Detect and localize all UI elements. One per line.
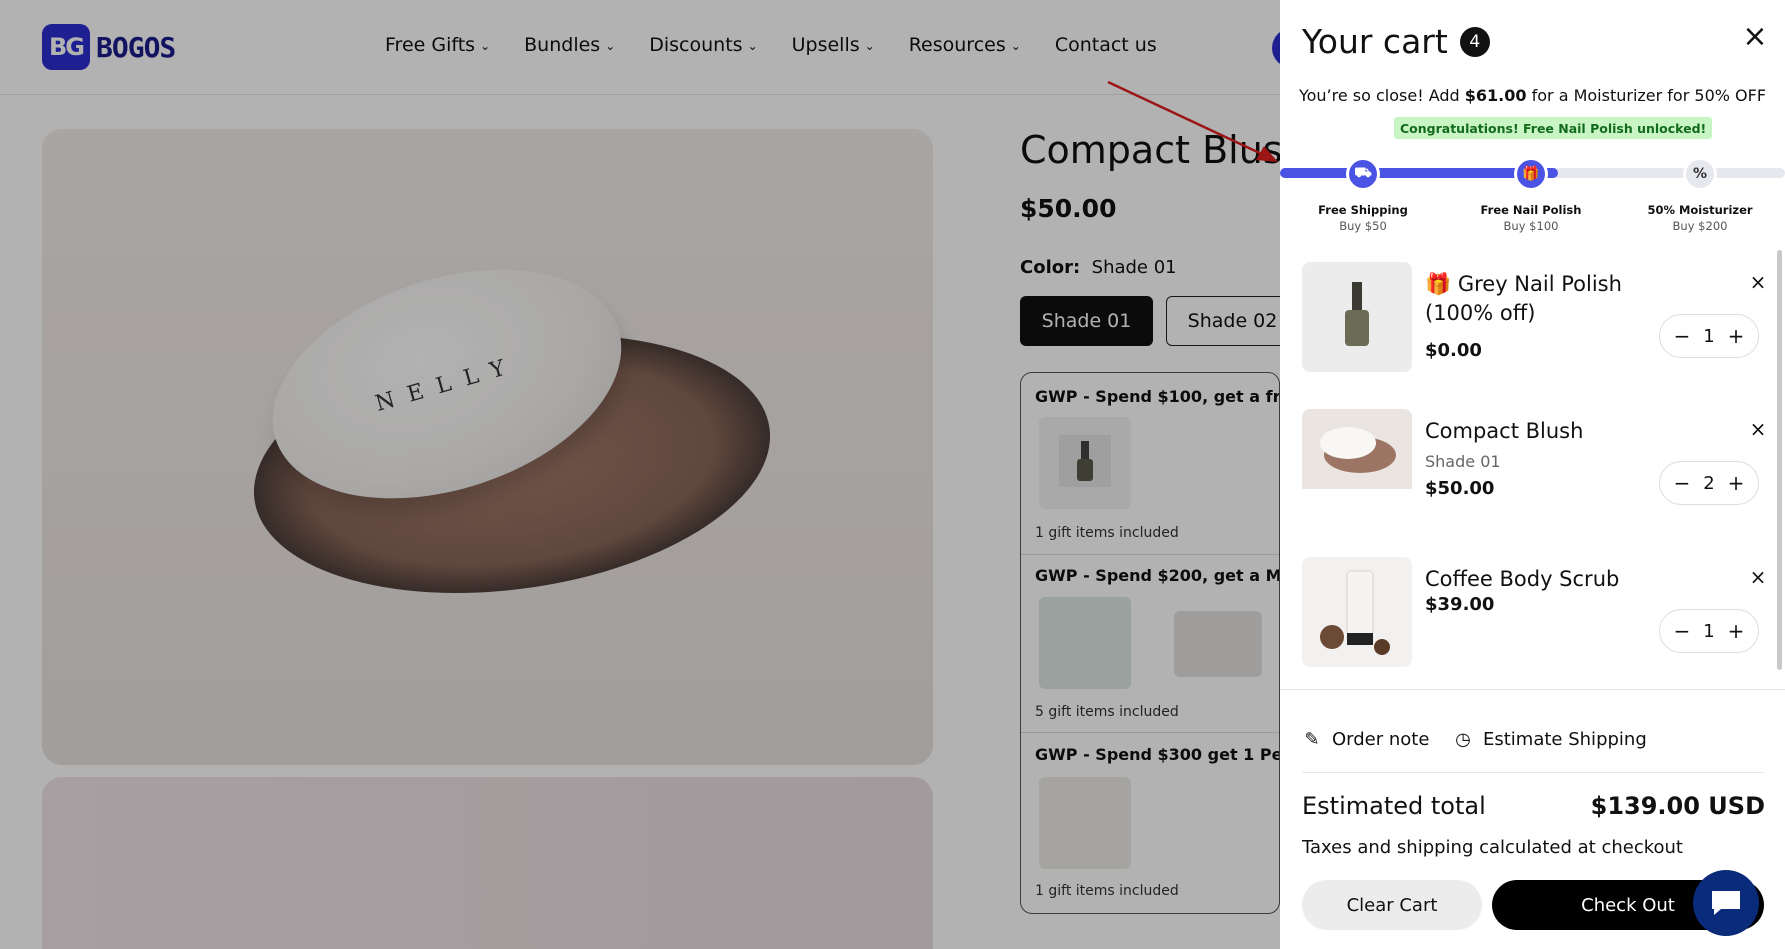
milestone-label-shipping: Free Shipping Buy $50 xyxy=(1293,202,1433,234)
quantity-value[interactable]: 2 xyxy=(1703,473,1714,494)
estimated-total-value: $139.00 USD xyxy=(1590,792,1765,820)
progress-message-amount: $61.00 xyxy=(1464,86,1527,105)
cart-title: Your cart 4 xyxy=(1302,22,1490,61)
divider xyxy=(1302,772,1764,773)
milestone-sub: Buy $200 xyxy=(1672,219,1728,233)
percent-icon: % xyxy=(1683,157,1717,191)
progress-message-pre: You’re so close! Add xyxy=(1298,86,1465,105)
item-name-text: Grey Nail Polish (100% off) xyxy=(1425,272,1622,325)
tax-note: Taxes and shipping calculated at checkou… xyxy=(1302,837,1683,858)
item-image[interactable] xyxy=(1302,409,1412,519)
quantity-stepper: − 1 + xyxy=(1659,609,1759,653)
truck-icon: ⛟ xyxy=(1346,157,1380,191)
quantity-stepper: − 2 + xyxy=(1659,461,1759,505)
milestone-name: Free Shipping xyxy=(1318,203,1408,217)
drawer-backdrop[interactable] xyxy=(0,0,1280,949)
item-variant: Shade 01 xyxy=(1425,452,1501,471)
quantity-value[interactable]: 1 xyxy=(1703,326,1714,347)
estimate-shipping-label: Estimate Shipping xyxy=(1483,729,1647,750)
item-image[interactable] xyxy=(1302,557,1412,667)
divider xyxy=(1280,689,1785,690)
cart-item: Coffee Body Scrub $39.00 × − 1 + xyxy=(1302,557,1767,677)
item-name[interactable]: Compact Blush xyxy=(1425,417,1670,446)
chat-icon[interactable] xyxy=(1693,870,1759,936)
cart-title-text: Your cart xyxy=(1302,22,1448,61)
item-price: $0.00 xyxy=(1425,340,1482,361)
minus-icon[interactable]: − xyxy=(1672,324,1692,348)
milestone-label-moisturizer: 50% Moisturizer Buy $200 xyxy=(1630,202,1770,234)
minus-icon[interactable]: − xyxy=(1672,471,1692,495)
milestone-label-nail-polish: Free Nail Polish Buy $100 xyxy=(1461,202,1601,234)
quantity-stepper: − 1 + xyxy=(1659,314,1759,358)
order-note-button[interactable]: ✎ Order note xyxy=(1302,729,1429,750)
pencil-icon: ✎ xyxy=(1304,729,1320,750)
chat-bubble-icon xyxy=(1712,891,1740,915)
item-price: $50.00 xyxy=(1425,478,1495,499)
cart-drawer: Your cart 4 × You’re so close! Add $61.0… xyxy=(1280,0,1785,949)
remove-item-icon[interactable]: × xyxy=(1748,567,1768,587)
remove-item-icon[interactable]: × xyxy=(1748,419,1768,439)
quantity-value[interactable]: 1 xyxy=(1703,621,1714,642)
gift-icon: 🎁 xyxy=(1425,272,1452,296)
plus-icon[interactable]: + xyxy=(1726,324,1746,348)
progress-message-post: for a Moisturizer for 50% OFF xyxy=(1526,86,1767,105)
milestone-name: 50% Moisturizer xyxy=(1647,203,1753,217)
minus-icon[interactable]: − xyxy=(1672,619,1692,643)
progress-message: You’re so close! Add $61.00 for a Moistu… xyxy=(1280,86,1785,105)
gift-icon: 🎁 xyxy=(1514,157,1548,191)
close-icon[interactable]: × xyxy=(1740,22,1770,52)
milestone-name: Free Nail Polish xyxy=(1480,203,1582,217)
cart-scrollbar[interactable] xyxy=(1777,250,1782,670)
item-image[interactable] xyxy=(1302,262,1412,372)
cart-count-badge: 4 xyxy=(1459,26,1490,57)
nail-polish-image-icon xyxy=(1302,262,1412,372)
estimated-total-label: Estimated total xyxy=(1302,792,1486,820)
clear-cart-button[interactable]: Clear Cart xyxy=(1302,880,1482,930)
item-price: $39.00 xyxy=(1425,594,1495,615)
clock-icon: ◷ xyxy=(1455,729,1471,750)
cart-item: 🎁 Grey Nail Polish (100% off) $0.00 × − … xyxy=(1302,262,1767,382)
estimate-shipping-button[interactable]: ◷ Estimate Shipping xyxy=(1453,729,1647,750)
compact-blush-image-icon xyxy=(1302,409,1412,489)
plus-icon[interactable]: + xyxy=(1726,619,1746,643)
order-note-label: Order note xyxy=(1332,729,1430,750)
item-name[interactable]: Coffee Body Scrub xyxy=(1425,565,1670,594)
plus-icon[interactable]: + xyxy=(1726,471,1746,495)
item-name[interactable]: 🎁 Grey Nail Polish (100% off) xyxy=(1425,270,1670,328)
remove-item-icon[interactable]: × xyxy=(1748,272,1768,292)
congrats-badge: Congratulations! Free Nail Polish unlock… xyxy=(1394,117,1713,139)
cart-item: Compact Blush Shade 01 $50.00 × − 2 + xyxy=(1302,409,1767,529)
body-scrub-image-icon xyxy=(1302,557,1412,667)
milestone-sub: Buy $50 xyxy=(1339,219,1387,233)
milestone-sub: Buy $100 xyxy=(1503,219,1559,233)
